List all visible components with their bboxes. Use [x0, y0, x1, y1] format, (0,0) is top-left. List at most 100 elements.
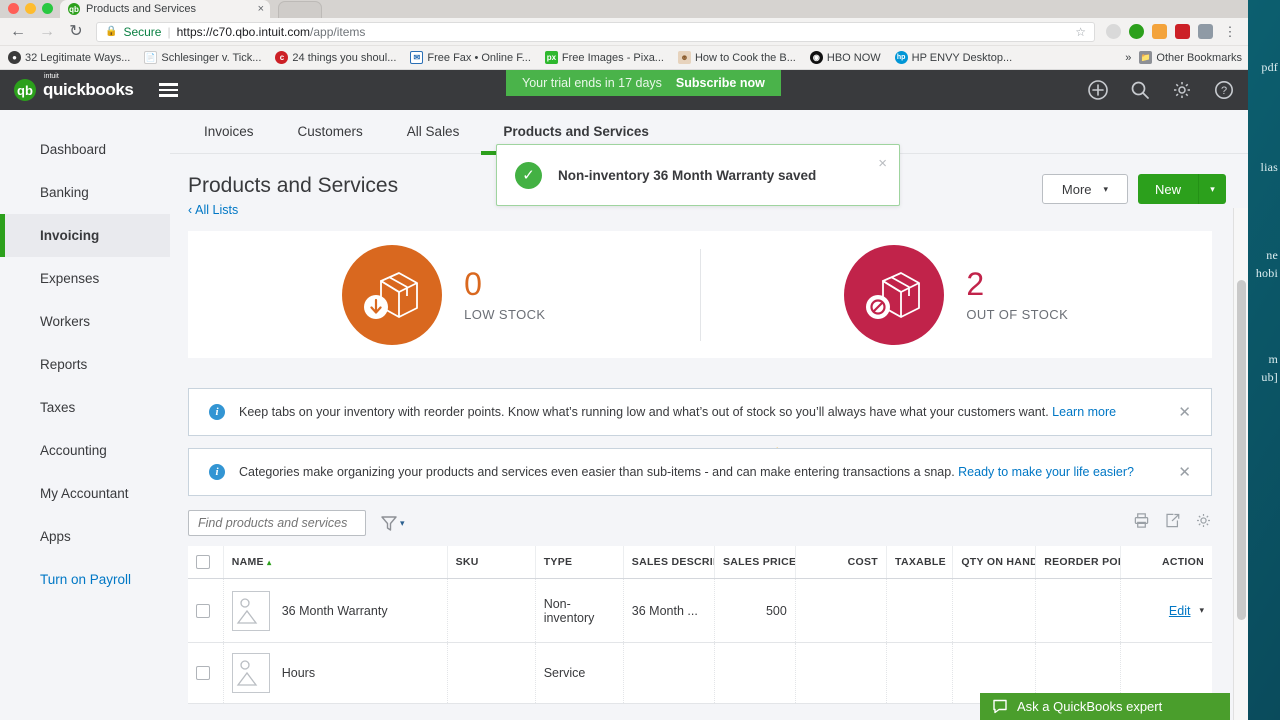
window-controls[interactable] [8, 3, 53, 14]
tab-customers[interactable]: Customers [276, 110, 385, 154]
bookmark-favicon: px [544, 51, 558, 64]
select-all-checkbox[interactable] [196, 555, 210, 569]
bookmark-favicon: ◉ [809, 51, 823, 64]
browser-tab[interactable]: qb Products and Services × [60, 0, 270, 18]
close-window-button[interactable] [8, 3, 19, 14]
gear-icon[interactable] [1172, 80, 1192, 100]
app-body: Dashboard Banking Invoicing Expenses Wor… [0, 110, 1248, 720]
product-thumbnail-icon [231, 653, 270, 693]
bookmark-item[interactable]: 📄 Schlesinger v. Tick... [144, 51, 261, 64]
out-of-stock-stat[interactable]: 2 OUT OF STOCK [701, 244, 1213, 345]
close-icon[interactable]: ✕ [1178, 463, 1191, 481]
bookmarks-overflow-icon[interactable]: » [1125, 52, 1131, 64]
search-input[interactable] [188, 510, 366, 536]
column-header-sales-description[interactable]: SALES DESCRIP [623, 546, 715, 579]
sidebar-item-apps[interactable]: Apps [0, 515, 170, 558]
edit-link[interactable]: Edit [1169, 604, 1191, 618]
hamburger-icon[interactable] [159, 83, 179, 97]
cell-cost [795, 642, 888, 704]
qb-logo-mark: qb [14, 79, 36, 101]
sidebar-item-reports[interactable]: Reports [0, 343, 170, 386]
low-stock-stat[interactable]: 0 LOW STOCK [188, 244, 700, 345]
bookmark-item[interactable]: c 24 things you shoul... [275, 51, 396, 64]
maximize-window-button[interactable] [42, 3, 53, 14]
extension-icon[interactable] [1198, 24, 1213, 39]
add-icon[interactable] [1088, 80, 1108, 100]
cell-name: 36 Month Warranty [223, 578, 448, 643]
column-header-qty-on-hand[interactable]: QTY ON HAND [952, 546, 1037, 579]
table-row[interactable]: 36 Month Warranty Non-inventory 36 Month… [188, 578, 1212, 643]
browser-menu-icon[interactable]: ⋮ [1221, 25, 1239, 38]
row-checkbox[interactable] [196, 603, 210, 618]
forward-icon[interactable]: → [38, 23, 56, 40]
column-header-sales-price[interactable]: SALES PRICE [714, 546, 796, 579]
new-dropdown-button[interactable]: ▾ [1198, 174, 1226, 204]
quickbooks-app: qb intuit quickbooks Your trial ends in 1… [0, 70, 1248, 720]
close-tab-icon[interactable]: × [258, 3, 264, 15]
row-checkbox[interactable] [196, 666, 210, 680]
breadcrumb[interactable]: ‹ All Lists [188, 203, 398, 217]
extension-icon[interactable] [1106, 24, 1121, 39]
print-icon[interactable] [1133, 512, 1150, 534]
sort-asc-icon: ▴ [267, 558, 272, 567]
tab-all-sales[interactable]: All Sales [385, 110, 482, 154]
bookmark-favicon: 📄 [144, 51, 158, 64]
subscribe-now-button[interactable]: Subscribe now [676, 76, 765, 90]
notice-text: Categories make organizing your products… [239, 465, 1134, 479]
search-icon[interactable] [1130, 80, 1150, 100]
tab-invoices[interactable]: Invoices [182, 110, 276, 154]
sidebar-item-banking[interactable]: Banking [0, 171, 170, 214]
back-icon[interactable]: ← [9, 23, 27, 40]
address-bar[interactable]: 🔒 Secure | https://c70.qbo.intuit.com/ap… [96, 21, 1095, 42]
app-top-bar: qb intuit quickbooks Your trial ends in 1… [0, 70, 1248, 110]
chat-widget[interactable]: Ask a QuickBooks expert [980, 693, 1230, 720]
sidebar-item-taxes[interactable]: Taxes [0, 386, 170, 429]
bookmark-item[interactable]: ✉ Free Fax • Online F... [410, 51, 531, 64]
sidebar-item-accounting[interactable]: Accounting [0, 429, 170, 472]
column-header-taxable[interactable]: TAXABLE [886, 546, 954, 579]
column-header-name[interactable]: NAME ▴ [223, 546, 448, 579]
filter-button[interactable]: ▾ [380, 514, 405, 532]
background-browser-tab[interactable] [278, 1, 322, 18]
help-icon[interactable]: ? [1214, 80, 1234, 100]
column-header-sku[interactable]: SKU [447, 546, 536, 579]
bookmark-item[interactable]: px Free Images - Pixa... [544, 51, 664, 64]
more-button[interactable]: More ▾ [1042, 174, 1128, 204]
gear-icon[interactable] [1195, 512, 1212, 534]
extension-icon[interactable] [1129, 24, 1144, 39]
close-icon[interactable]: ✕ [1178, 403, 1191, 421]
page-scrollbar[interactable] [1233, 208, 1248, 720]
bookmark-star-icon[interactable]: ☆ [1075, 25, 1086, 39]
trial-banner[interactable]: Your trial ends in 17 days Subscribe now [506, 70, 781, 96]
main-content: Invoices Customers All Sales Products an… [170, 110, 1248, 720]
sidebar-item-turn-on-payroll[interactable]: Turn on Payroll [0, 558, 170, 601]
quickbooks-logo[interactable]: qb intuit quickbooks [14, 73, 134, 101]
bookmark-item[interactable]: ◉ HBO NOW [809, 51, 881, 64]
column-header-type[interactable]: TYPE [535, 546, 624, 579]
row-actions-caret-icon[interactable]: ▾ [1199, 605, 1204, 616]
column-header-reorder-point[interactable]: REORDER POIN [1035, 546, 1122, 579]
extension-icon[interactable] [1152, 24, 1167, 39]
column-header-cost[interactable]: COST [795, 546, 888, 579]
sidebar-item-dashboard[interactable]: Dashboard [0, 128, 170, 171]
reload-icon[interactable]: ↻ [67, 23, 85, 40]
sidebar-item-workers[interactable]: Workers [0, 300, 170, 343]
sidebar-item-my-accountant[interactable]: My Accountant [0, 472, 170, 515]
scrollbar-thumb[interactable] [1237, 280, 1246, 620]
sidebar-item-expenses[interactable]: Expenses [0, 257, 170, 300]
categories-link[interactable]: Ready to make your life easier? [958, 465, 1134, 479]
new-button[interactable]: New [1138, 174, 1198, 204]
bookmark-item[interactable]: ☻ How to Cook the B... [677, 51, 796, 64]
export-icon[interactable] [1164, 512, 1181, 534]
sidebar-item-invoicing[interactable]: Invoicing [0, 214, 170, 257]
close-icon[interactable]: × [878, 155, 887, 172]
bookmark-item[interactable]: hp HP ENVY Desktop... [894, 51, 1012, 64]
learn-more-link[interactable]: Learn more [1052, 405, 1116, 419]
sidebar-item-label: My Accountant [40, 486, 129, 501]
bookmark-item[interactable]: ● 32 Legitimate Ways... [8, 51, 130, 64]
other-bookmarks-item[interactable]: 📁 Other Bookmarks [1139, 51, 1242, 64]
extension-icon[interactable] [1175, 24, 1190, 39]
desktop-text-fragment: hobi [1255, 266, 1278, 280]
bookmark-favicon: hp [894, 51, 908, 64]
minimize-window-button[interactable] [25, 3, 36, 14]
